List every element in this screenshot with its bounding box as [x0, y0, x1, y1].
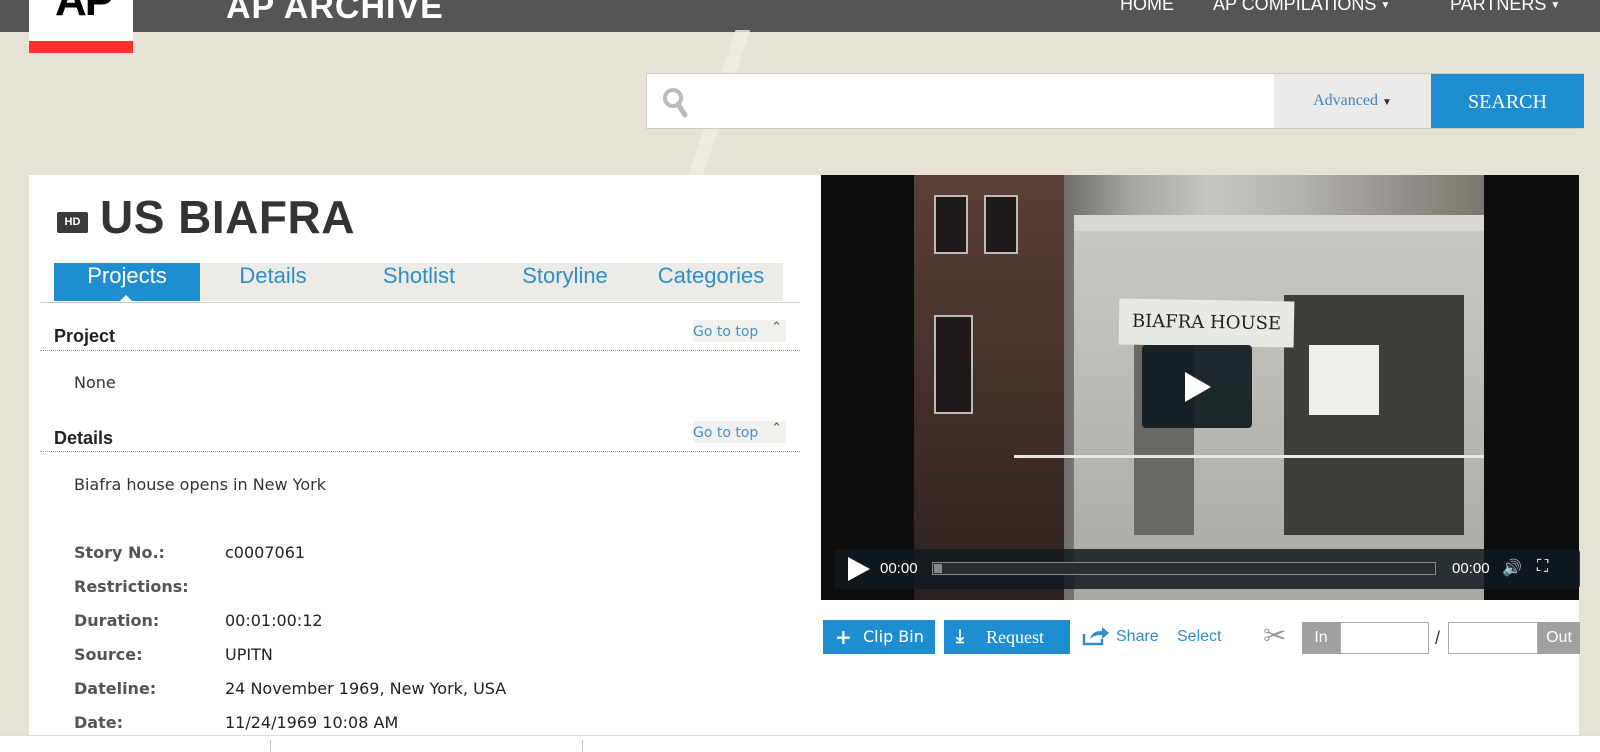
search-button[interactable]: SEARCH: [1431, 74, 1584, 128]
divider: [582, 740, 583, 752]
request-label: Request: [986, 627, 1044, 647]
date-value: 11/24/1969 10:08 AM: [225, 713, 399, 732]
tab-projects[interactable]: Projects: [54, 263, 200, 302]
nav-ap-compilations-label: AP COMPILATIONS: [1213, 0, 1377, 14]
go-to-top-label: Go to top: [693, 324, 759, 340]
nav-partners-label: PARTNERS: [1450, 0, 1547, 14]
tab-categories[interactable]: Categories: [638, 263, 784, 301]
chevron-down-icon: ▼: [1381, 97, 1392, 108]
tab-divider: [40, 302, 800, 303]
meta-label: Story No.:: [74, 543, 165, 562]
go-to-top-label: Go to top: [693, 425, 759, 441]
meta-label: Date:: [74, 713, 123, 732]
request-button[interactable]: ⤓ Request: [944, 620, 1070, 654]
meta-label: Restrictions:: [74, 577, 189, 596]
search-input[interactable]: [697, 82, 1271, 122]
section-divider: [40, 350, 800, 351]
current-time: 00:00: [880, 560, 918, 577]
timecode-separator: /: [1435, 628, 1441, 648]
section-divider: [40, 451, 800, 452]
play-icon[interactable]: [848, 557, 870, 581]
meta-label: Source:: [74, 645, 143, 664]
ap-logo[interactable]: AP: [29, 0, 133, 53]
brand-title[interactable]: AP ARCHIVE: [226, 0, 444, 27]
window: [984, 195, 1018, 254]
fullscreen-icon[interactable]: ⛶: [1537, 558, 1548, 576]
play-overlay-button[interactable]: [1142, 345, 1252, 428]
hd-badge: HD: [57, 212, 88, 233]
share-icon[interactable]: [1082, 626, 1110, 646]
go-to-top-link[interactable]: Go to top ⌃: [693, 421, 786, 443]
top-nav-bar: AP AP ARCHIVE HOME AP COMPILATIONS ▼ PART…: [0, 0, 1600, 53]
details-summary: Biafra house opens in New York: [74, 475, 326, 494]
story-tabs: Projects Details Shotlist Storyline Cate…: [54, 263, 784, 302]
chevron-up-icon: ⌃: [771, 421, 782, 436]
window: [934, 315, 973, 414]
nav-home-label: HOME: [1120, 0, 1174, 14]
tab-details[interactable]: Details: [200, 263, 346, 301]
source-value: UPITN: [225, 645, 273, 664]
chevron-down-icon: ▼: [1380, 0, 1391, 11]
duration-value: 00:01:00:12: [225, 611, 323, 630]
chevron-down-icon: ▼: [1550, 0, 1561, 11]
meta-label: Duration:: [74, 611, 160, 630]
in-timecode-input[interactable]: [1340, 622, 1429, 654]
select-link[interactable]: Select: [1177, 628, 1221, 646]
search-icon: [663, 88, 688, 118]
railing: [1014, 455, 1484, 538]
nav-home[interactable]: HOME: [1120, 0, 1174, 15]
project-heading: Project: [54, 326, 116, 346]
out-button[interactable]: Out: [1538, 622, 1580, 654]
seek-handle[interactable]: [934, 564, 942, 573]
meta-label: Dateline:: [74, 679, 157, 698]
logo-red-bar: [29, 41, 133, 53]
nav-ap-compilations[interactable]: AP COMPILATIONS ▼: [1213, 0, 1390, 15]
porch-roof: [1074, 215, 1484, 231]
scissors-icon: ✂: [1263, 620, 1287, 651]
clip-bin-button[interactable]: + Clip Bin: [823, 620, 935, 654]
clip-bin-label: Clip Bin: [863, 627, 924, 646]
page-title: US BIAFRA: [100, 191, 355, 243]
download-icon: ⤓: [956, 626, 964, 647]
advanced-search-dropdown[interactable]: Advanced ▼: [1274, 74, 1431, 128]
window: [934, 195, 968, 254]
share-link[interactable]: Share: [1116, 628, 1159, 646]
window-notice: [1309, 345, 1379, 415]
details-heading: Details: [54, 428, 114, 448]
dateline-value: 24 November 1969, New York, USA: [225, 679, 507, 698]
duration-time: 00:00: [1452, 560, 1490, 577]
story-number: c0007061: [225, 543, 306, 562]
divider: [270, 740, 271, 752]
tab-shotlist[interactable]: Shotlist: [346, 263, 492, 301]
in-button[interactable]: In: [1302, 622, 1340, 654]
seek-bar[interactable]: [932, 562, 1436, 575]
video-controls: 00:00 00:00 🔊 ⛶: [834, 549, 1580, 589]
project-value: None: [74, 373, 116, 392]
plus-icon: +: [835, 625, 852, 649]
go-to-top-link[interactable]: Go to top ⌃: [693, 320, 786, 342]
bottom-bar: [0, 735, 1600, 752]
biafra-house-sign: BIAFRA HOUSE: [1118, 298, 1295, 348]
nav-partners[interactable]: PARTNERS ▼: [1450, 0, 1560, 15]
tab-storyline[interactable]: Storyline: [492, 263, 638, 301]
logo-mark: AP: [55, 0, 114, 25]
out-timecode-input[interactable]: [1448, 622, 1538, 654]
chevron-up-icon: ⌃: [771, 320, 782, 335]
volume-icon[interactable]: 🔊: [1502, 558, 1522, 578]
advanced-label: Advanced: [1313, 92, 1378, 109]
